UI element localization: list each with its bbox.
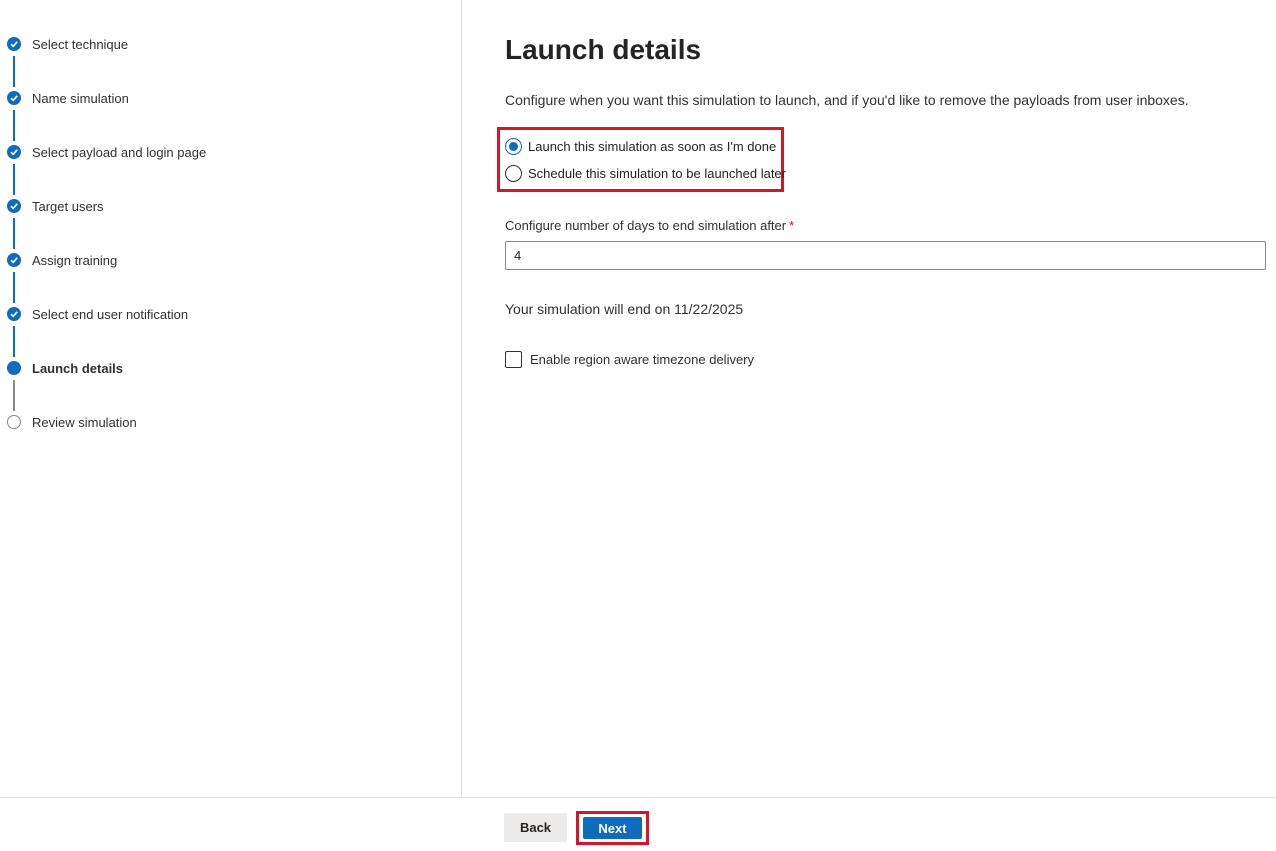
back-button[interactable]: Back xyxy=(504,813,567,842)
step-review-simulation[interactable]: Review simulation xyxy=(0,410,440,434)
step-connector xyxy=(13,218,15,249)
timezone-option[interactable]: Enable region aware timezone delivery xyxy=(505,351,754,368)
step-target-users[interactable]: Target users xyxy=(0,194,440,218)
step-current-icon xyxy=(7,361,21,375)
simulation-end-text: Your simulation will end on 11/22/2025 xyxy=(505,301,744,317)
step-complete-icon xyxy=(7,37,21,51)
page-title: Launch details xyxy=(505,34,702,65)
step-connector xyxy=(13,326,15,357)
step-launch-details[interactable]: Launch details xyxy=(0,356,440,380)
step-pending-icon xyxy=(7,415,21,429)
page-description: Configure when you want this simulation … xyxy=(505,92,1189,108)
timezone-checkbox[interactable] xyxy=(505,351,522,368)
launch-option-group: Launch this simulation as soon as I'm do… xyxy=(497,127,786,192)
launch-now-option[interactable]: Launch this simulation as soon as I'm do… xyxy=(505,136,776,156)
step-label: Select payload and login page xyxy=(32,144,207,160)
schedule-later-option[interactable]: Schedule this simulation to be launched … xyxy=(505,163,786,183)
step-label: Target users xyxy=(32,198,104,214)
step-complete-icon xyxy=(7,145,21,159)
step-label: Select end user notification xyxy=(32,306,189,322)
days-input[interactable] xyxy=(505,241,1266,270)
step-connector xyxy=(13,56,15,87)
wizard-footer: Back Next xyxy=(0,797,1276,851)
days-field-label-text: Configure number of days to end simulati… xyxy=(505,218,787,233)
step-label: Name simulation xyxy=(32,90,129,106)
step-label: Launch details xyxy=(32,360,124,376)
schedule-later-label[interactable]: Schedule this simulation to be launched … xyxy=(528,166,786,181)
schedule-later-radio[interactable] xyxy=(505,164,522,182)
next-button[interactable]: Next xyxy=(583,817,642,839)
timezone-checkbox-label[interactable]: Enable region aware timezone delivery xyxy=(530,352,754,367)
step-select-payload[interactable]: Select payload and login page xyxy=(0,140,440,164)
wizard-steps: Select technique Name simulation Select … xyxy=(0,0,462,797)
step-name-simulation[interactable]: Name simulation xyxy=(0,86,440,110)
step-connector xyxy=(13,272,15,303)
step-complete-icon xyxy=(7,253,21,267)
launch-now-radio[interactable] xyxy=(505,137,522,155)
step-label: Review simulation xyxy=(32,414,137,430)
step-connector xyxy=(13,164,15,195)
days-field-label: Configure number of days to end simulati… xyxy=(505,218,794,233)
step-label: Assign training xyxy=(32,252,118,268)
step-connector xyxy=(13,110,15,141)
step-complete-icon xyxy=(7,91,21,105)
step-assign-training[interactable]: Assign training xyxy=(0,248,440,272)
launch-now-label[interactable]: Launch this simulation as soon as I'm do… xyxy=(528,139,776,154)
step-connector xyxy=(13,380,15,411)
step-complete-icon xyxy=(7,307,21,321)
step-end-user-notification[interactable]: Select end user notification xyxy=(0,302,440,326)
step-complete-icon xyxy=(7,199,21,213)
next-button-highlight: Next xyxy=(576,811,649,845)
step-select-technique[interactable]: Select technique xyxy=(0,32,440,56)
required-marker: * xyxy=(789,218,795,233)
step-label: Select technique xyxy=(32,36,129,52)
